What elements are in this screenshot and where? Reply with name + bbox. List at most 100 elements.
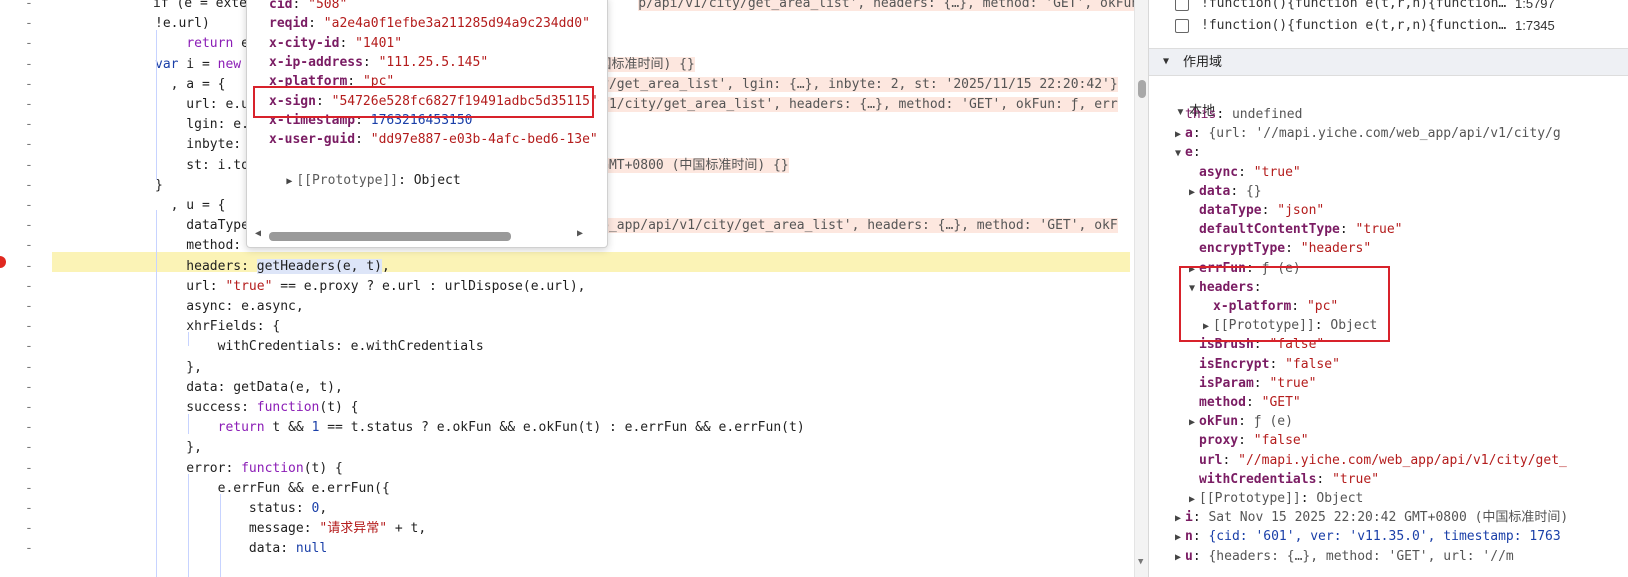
frame-checkbox[interactable] — [1175, 0, 1189, 11]
gutter-line-marker[interactable]: - — [25, 57, 33, 72]
scope-variable-row[interactable]: withCredentials: "true" — [1189, 470, 1379, 489]
breakpoint-marker[interactable] — [0, 256, 6, 268]
gutter-line-marker[interactable]: - — [25, 420, 33, 435]
gutter-line-marker[interactable]: - — [25, 77, 33, 92]
popover-property-row[interactable]: reqid: "a2e4a0f1efbe3a211285d94a9c234dd0… — [269, 14, 590, 33]
gutter-line-marker[interactable]: - — [25, 97, 33, 112]
code-line[interactable]: , u = { — [155, 196, 241, 216]
frame-location[interactable]: 1:7345 — [1515, 15, 1555, 37]
expand-triangle-icon[interactable]: ▶ — [1175, 125, 1185, 144]
gutter-line-marker[interactable]: - — [25, 0, 33, 11]
gutter-line-marker[interactable]: - — [25, 178, 33, 193]
gutter-line-marker[interactable]: - — [25, 541, 33, 556]
gutter-line-marker[interactable]: - — [25, 218, 33, 233]
code-line[interactable]: data: getData(e, t), — [155, 378, 343, 398]
gutter-line-marker[interactable]: - — [25, 16, 33, 31]
code-line[interactable]: error: function(t) { — [155, 459, 343, 479]
scope-variable-row[interactable]: ▶ n: {cid: '601', ver: 'v11.35.0', timest… — [1175, 527, 1561, 546]
scope-variable-row[interactable]: isEncrypt: "false" — [1189, 355, 1340, 374]
call-stack-frame[interactable]: !function(){function e(t,r,n){function… 1… — [1149, 0, 1628, 15]
code-line[interactable]: headers: getHeaders(e, t), — [155, 257, 390, 277]
expand-triangle-icon[interactable]: ▶ — [1189, 490, 1199, 509]
scope-variable-row[interactable]: ▶ i: Sat Nov 15 2025 22:20:42 GMT+0800 (中… — [1175, 508, 1568, 527]
call-stack-frame[interactable]: !function(){function e(t,r,n){function… 1… — [1149, 15, 1628, 37]
collapse-triangle-icon[interactable]: ▼ — [1175, 144, 1185, 163]
code-line[interactable]: inbyte: — [155, 135, 249, 155]
gutter-line-marker[interactable]: - — [25, 521, 33, 536]
scope-variable-row[interactable]: encryptType: "headers" — [1189, 239, 1371, 258]
expand-triangle-icon[interactable]: ▶ — [1189, 413, 1199, 432]
headers-hover-popover[interactable]: cid: "508" reqid: "a2e4a0f1efbe3a211285d9… — [246, 0, 608, 248]
gutter-line-marker[interactable]: - — [25, 137, 33, 152]
code-line[interactable]: success: function(t) { — [155, 398, 358, 418]
popover-property-row[interactable]: x-user-guid: "dd97e887-e03b-4afc-bed6-13… — [269, 130, 598, 149]
code-line[interactable]: return t && 1 == t.status ? e.okFun && e… — [155, 418, 805, 438]
code-line[interactable]: withCredentials: e.withCredentials — [155, 337, 484, 357]
gutter-line-marker[interactable]: - — [25, 36, 33, 51]
scope-variable-row[interactable]: ▼ e: — [1175, 143, 1208, 162]
scope-variable-row[interactable]: proxy: "false" — [1189, 431, 1309, 450]
gutter-line-marker[interactable]: - — [25, 339, 33, 354]
popover-horizontal-scrollbar[interactable]: ◀ ▶ — [251, 228, 601, 243]
editor-scrollbar-thumb[interactable] — [1138, 80, 1146, 98]
gutter-line-marker[interactable]: - — [25, 299, 33, 314]
scope-variable-row[interactable]: ▶ [[Prototype]]: Object — [1189, 489, 1363, 508]
popover-property-row[interactable]: cid: "508" — [269, 0, 347, 14]
popover-scrollbar-thumb[interactable] — [269, 232, 511, 241]
scroll-down-icon[interactable]: ▼ — [1138, 557, 1143, 567]
expand-triangle-icon[interactable]: ▶ — [1175, 509, 1185, 528]
gutter-line-marker[interactable]: - — [25, 158, 33, 173]
scope-variable-row[interactable]: ▶ okFun: ƒ (e) — [1189, 412, 1293, 431]
code-line[interactable]: status: 0, — [155, 499, 327, 519]
collapse-triangle-icon[interactable]: ▼ — [1163, 49, 1169, 75]
gutter-line-marker[interactable]: - — [25, 380, 33, 395]
code-line[interactable]: }, — [155, 438, 202, 458]
expand-triangle-icon[interactable]: ▶ — [1175, 548, 1185, 567]
scope-variable-row[interactable]: method: "GET" — [1189, 393, 1301, 412]
gutter-line-marker[interactable]: - — [25, 481, 33, 496]
scope-section-header[interactable]: ▼ 作用域 — [1149, 48, 1628, 76]
scope-variable-row[interactable]: url: "//mapi.yiche.com/web_app/api/v1/ci… — [1189, 451, 1567, 470]
expand-triangle-icon[interactable]: ▶ — [286, 172, 296, 191]
scope-variable-row[interactable]: ▶ data: {} — [1189, 182, 1262, 201]
gutter-line-marker[interactable]: - — [25, 400, 33, 415]
code-line[interactable]: url: "true" == e.proxy ? e.url : urlDisp… — [155, 277, 585, 297]
editor-scrollbar[interactable]: ▼ — [1134, 0, 1149, 577]
gutter-line-marker[interactable]: - — [25, 360, 33, 375]
local-scope-header[interactable]: ▼ 本地 — [1161, 82, 1215, 118]
scope-variable-row[interactable]: isParam: "true" — [1189, 374, 1316, 393]
frame-location[interactable]: 1:5797 — [1515, 0, 1555, 15]
gutter-line-marker[interactable]: - — [25, 259, 33, 274]
code-line[interactable]: !e.url) — [155, 14, 210, 34]
scope-variable-row[interactable]: async: "true" — [1189, 163, 1301, 182]
popover-property-row[interactable]: x-ip-address: "111.25.5.145" — [269, 53, 488, 72]
code-line[interactable]: e.errFun && e.errFun({ — [155, 479, 390, 499]
scope-variable-row[interactable]: ▶ a: {url: '//mapi.yiche.com/web_app/api/… — [1175, 124, 1561, 143]
code-line[interactable]: data: null — [155, 539, 327, 559]
popover-prototype-row[interactable]: ▶ [[Prototype]]: Object — [255, 152, 460, 188]
scroll-left-icon[interactable]: ◀ — [255, 228, 261, 239]
code-line[interactable]: }, — [155, 358, 202, 378]
gutter-line-marker[interactable]: - — [25, 238, 33, 253]
gutter-line-marker[interactable]: - — [25, 501, 33, 516]
gutter-line-marker[interactable]: - — [25, 117, 33, 132]
code-line[interactable]: method: — [155, 236, 249, 256]
scope-variable-row[interactable]: defaultContentType: "true" — [1189, 220, 1403, 239]
expand-triangle-icon[interactable]: ▶ — [1175, 528, 1185, 547]
popover-property-row[interactable]: x-city-id: "1401" — [269, 34, 402, 53]
gutter-line-marker[interactable]: - — [25, 461, 33, 476]
frame-checkbox[interactable] — [1175, 19, 1189, 33]
code-line[interactable]: return e — [155, 34, 249, 54]
code-line[interactable]: lgin: e. — [155, 115, 249, 135]
gutter-line-marker[interactable]: - — [25, 279, 33, 294]
code-line[interactable]: xhrFields: { — [155, 317, 280, 337]
scroll-right-icon[interactable]: ▶ — [577, 228, 583, 239]
scope-variable-row[interactable]: this: undefined — [1175, 105, 1302, 124]
code-line[interactable]: message: "请求异常" + t, — [155, 519, 426, 539]
scope-variable-row[interactable]: ▶ u: {headers: {…}, method: 'GET', url: '… — [1175, 547, 1514, 566]
code-line[interactable]: async: e.async, — [155, 297, 303, 317]
scope-variable-row[interactable]: dataType: "json" — [1189, 201, 1324, 220]
gutter-line-marker[interactable]: - — [25, 319, 33, 334]
gutter-line-marker[interactable]: - — [25, 198, 33, 213]
gutter-line-marker[interactable]: - — [25, 440, 33, 455]
